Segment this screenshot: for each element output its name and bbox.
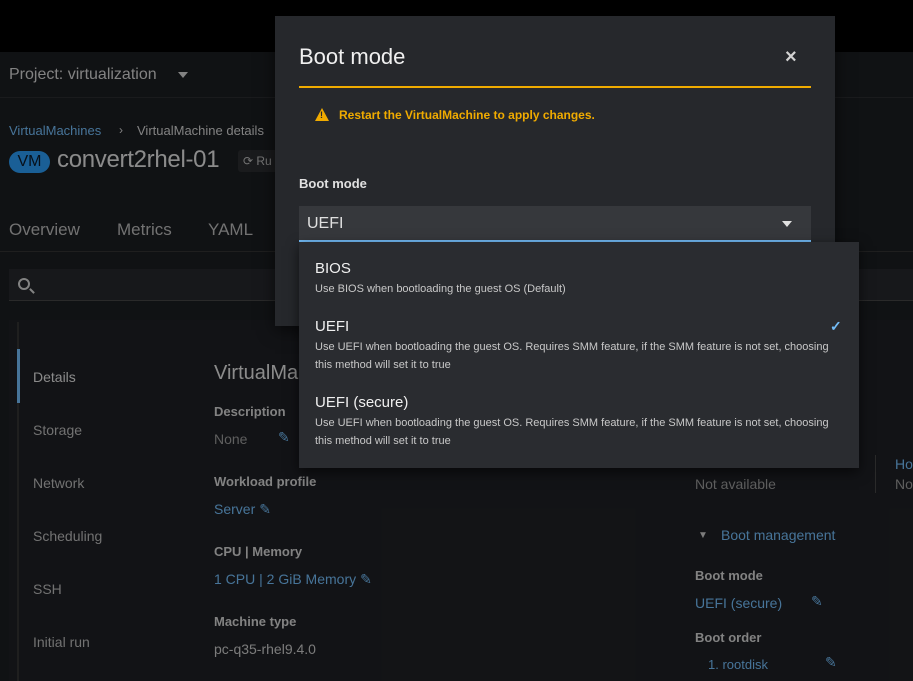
option-uefi-secure[interactable]: UEFI (secure) Use UEFI when bootloading … bbox=[299, 394, 859, 450]
boot-mode-menu: BIOS Use BIOS when bootloading the guest… bbox=[299, 242, 859, 468]
warning-icon bbox=[315, 108, 329, 121]
option-title: UEFI bbox=[315, 318, 350, 335]
option-bios[interactable]: BIOS Use BIOS when bootloading the guest… bbox=[299, 260, 859, 298]
close-icon[interactable]: × bbox=[785, 46, 797, 69]
check-icon: ✓ bbox=[830, 318, 842, 334]
option-description: Use UEFI when bootloading the guest OS. … bbox=[315, 417, 829, 447]
boot-mode-field-label: Boot mode bbox=[299, 176, 367, 191]
boot-mode-select[interactable]: UEFI bbox=[299, 206, 811, 242]
option-description: Use UEFI when bootloading the guest OS. … bbox=[315, 341, 829, 371]
select-value: UEFI bbox=[307, 215, 344, 232]
option-title: BIOS bbox=[315, 260, 351, 277]
option-description: Use BIOS when bootloading the guest OS (… bbox=[315, 283, 566, 295]
modal-title: Boot mode bbox=[299, 44, 406, 69]
option-uefi[interactable]: UEFI Use UEFI when bootloading the guest… bbox=[299, 318, 859, 374]
alert-text: Restart the VirtualMachine to apply chan… bbox=[339, 108, 595, 122]
warning-alert: Restart the VirtualMachine to apply chan… bbox=[299, 86, 811, 138]
option-title: UEFI (secure) bbox=[315, 394, 409, 411]
caret-down-icon[interactable] bbox=[782, 221, 792, 227]
